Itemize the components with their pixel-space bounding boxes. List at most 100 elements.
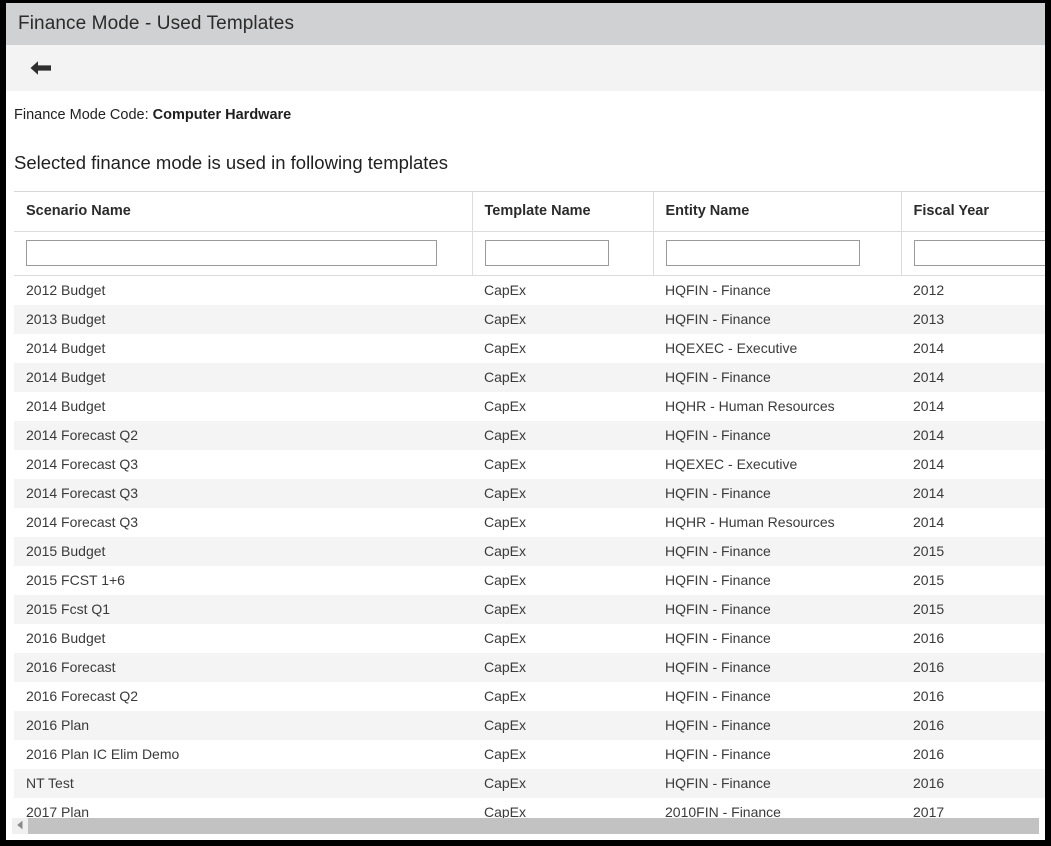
cell-fiscal_year: 2015 (901, 594, 1045, 624)
cell-scenario: 2014 Budget (14, 333, 472, 363)
finance-mode-code-line: Finance Mode Code: Computer Hardware (6, 91, 1045, 124)
table-header: Scenario Name Template Name Entity Name … (14, 191, 1045, 277)
cell-fiscal_year: 2014 (901, 449, 1045, 479)
finance-mode-code-value: Computer Hardware (152, 107, 292, 123)
cell-entity: HQFIN - Finance (653, 304, 901, 334)
table-row[interactable]: 2014 Budget CapEx HQEXEC - Executive 2014 (14, 333, 1045, 363)
table-row[interactable]: NT Test CapEx HQFIN - Finance 2016 (14, 768, 1045, 798)
column-header-entity-name[interactable]: Entity Name (653, 191, 902, 233)
cell-template: CapEx (472, 420, 653, 450)
filter-cell-fiscal-year (901, 231, 1045, 277)
finance-mode-code-label: Finance Mode Code: (14, 107, 149, 123)
table-row[interactable]: 2016 Budget CapEx HQFIN - Finance 2016 (14, 623, 1045, 653)
table-row[interactable]: 2016 Plan IC Elim Demo CapEx HQFIN - Finan… (14, 739, 1045, 769)
horizontal-scrollbar[interactable] (12, 818, 1039, 834)
cell-template: CapEx (472, 536, 653, 566)
table-row[interactable]: 2013 Budget CapEx HQFIN - Finance 2013 (14, 304, 1045, 334)
cell-fiscal_year: 2016 (901, 623, 1045, 653)
cell-template: CapEx (472, 768, 653, 798)
cell-entity: HQFIN - Finance (653, 710, 901, 740)
table-header-row: Scenario Name Template Name Entity Name … (14, 191, 1045, 233)
cell-entity: HQFIN - Finance (653, 536, 901, 566)
table-row[interactable]: 2014 Forecast Q2 CapEx HQFIN - Finance 2014 (14, 420, 1045, 450)
page-title: Finance Mode - Used Templates (18, 13, 295, 34)
table-row[interactable]: 2015 Fcst Q1 CapEx HQFIN - Finance 2015 (14, 594, 1045, 624)
cell-entity: HQEXEC - Executive (653, 449, 901, 479)
cell-fiscal_year: 2016 (901, 739, 1045, 769)
cell-fiscal_year: 2016 (901, 768, 1045, 798)
cell-scenario: 2014 Forecast Q3 (14, 478, 472, 508)
table-row[interactable]: 2015 FCST 1+6 CapEx HQFIN - Finance 2015 (14, 565, 1045, 595)
cell-scenario: 2014 Budget (14, 391, 472, 421)
table-body: 2012 Budget CapEx HQFIN - Finance 2012 2013 … (14, 275, 1045, 827)
cell-template: CapEx (472, 710, 653, 740)
cell-fiscal_year: 2014 (901, 391, 1045, 421)
table-filter-row (14, 231, 1045, 277)
content-area: Finance Mode Code: Computer Hardware Sel… (6, 91, 1045, 827)
column-header-fiscal-year[interactable]: Fiscal Year (901, 191, 1045, 233)
back-button[interactable] (26, 53, 56, 83)
table-row[interactable]: 2015 Budget CapEx HQFIN - Finance 2015 (14, 536, 1045, 566)
cell-scenario: 2016 Forecast Q2 (14, 681, 472, 711)
cell-fiscal_year: 2014 (901, 420, 1045, 450)
cell-template: CapEx (472, 623, 653, 653)
table-row[interactable]: 2014 Forecast Q3 CapEx HQFIN - Finance 2014 (14, 478, 1045, 508)
cell-scenario: 2015 Budget (14, 536, 472, 566)
column-header-template-name[interactable]: Template Name (472, 191, 654, 233)
cell-fiscal_year: 2015 (901, 536, 1045, 566)
filter-input-entity-name[interactable] (665, 240, 860, 267)
cell-scenario: 2013 Budget (14, 304, 472, 334)
column-header-scenario-name[interactable]: Scenario Name (14, 191, 473, 233)
table-row[interactable]: 2014 Budget CapEx HQFIN - Finance 2014 (14, 362, 1045, 392)
cell-entity: HQHR - Human Resources (653, 507, 901, 537)
cell-fiscal_year: 2015 (901, 565, 1045, 595)
cell-entity: HQHR - Human Resources (653, 391, 901, 421)
scroll-left-button[interactable] (12, 818, 28, 834)
table-row[interactable]: 2016 Forecast CapEx HQFIN - Finance 2016 (14, 652, 1045, 682)
cell-fiscal_year: 2013 (901, 304, 1045, 334)
table-row[interactable]: 2014 Forecast Q3 CapEx HQHR - Human Resour… (14, 507, 1045, 537)
cell-scenario: 2016 Forecast (14, 652, 472, 682)
table-row[interactable]: 2016 Forecast Q2 CapEx HQFIN - Finance 2016 (14, 681, 1045, 711)
cell-entity: HQFIN - Finance (653, 594, 901, 624)
cell-scenario: 2016 Plan (14, 710, 472, 740)
window-title-bar: Finance Mode - Used Templates (6, 3, 1045, 45)
cell-scenario: 2014 Forecast Q3 (14, 449, 472, 479)
cell-fiscal_year: 2016 (901, 681, 1045, 711)
filter-input-scenario-name[interactable] (26, 240, 437, 267)
filter-input-fiscal-year[interactable] (913, 240, 1045, 267)
cell-fiscal_year: 2014 (901, 478, 1045, 508)
toolbar (6, 45, 1045, 91)
filter-cell-entity-name (653, 231, 902, 277)
triangle-left-icon (16, 817, 24, 835)
cell-entity: HQFIN - Finance (653, 681, 901, 711)
cell-entity: HQEXEC - Executive (653, 333, 901, 363)
cell-fiscal_year: 2014 (901, 362, 1045, 392)
scrollbar-thumb[interactable] (28, 818, 1039, 834)
cell-scenario: 2015 FCST 1+6 (14, 565, 472, 595)
cell-entity: HQFIN - Finance (653, 275, 901, 305)
cell-scenario: 2014 Budget (14, 362, 472, 392)
arrow-left-icon (29, 59, 53, 77)
cell-template: CapEx (472, 681, 653, 711)
filter-cell-template-name (472, 231, 654, 277)
cell-template: CapEx (472, 565, 653, 595)
cell-template: CapEx (472, 507, 653, 537)
cell-scenario: 2014 Forecast Q3 (14, 507, 472, 537)
used-templates-table: Scenario Name Template Name Entity Name … (14, 191, 1045, 827)
table-row[interactable]: 2016 Plan CapEx HQFIN - Finance 2016 (14, 710, 1045, 740)
table-row[interactable]: 2012 Budget CapEx HQFIN - Finance 2012 (14, 275, 1045, 305)
cell-entity: HQFIN - Finance (653, 768, 901, 798)
table-row[interactable]: 2014 Forecast Q3 CapEx HQEXEC - Executive 2… (14, 449, 1045, 479)
filter-input-template-name[interactable] (484, 240, 609, 267)
scrollbar-track[interactable] (28, 818, 1039, 834)
cell-template: CapEx (472, 478, 653, 508)
table-row[interactable]: 2014 Budget CapEx HQHR - Human Resources 20… (14, 391, 1045, 421)
cell-template: CapEx (472, 652, 653, 682)
cell-template: CapEx (472, 739, 653, 769)
cell-fiscal_year: 2012 (901, 275, 1045, 305)
cell-entity: HQFIN - Finance (653, 362, 901, 392)
cell-scenario: 2012 Budget (14, 275, 472, 305)
cell-scenario: 2015 Fcst Q1 (14, 594, 472, 624)
filter-cell-scenario-name (14, 231, 473, 277)
